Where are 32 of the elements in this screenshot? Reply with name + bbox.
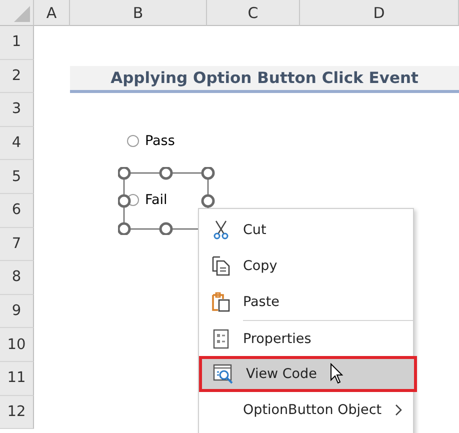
- properties-icon: [213, 328, 229, 348]
- row-header[interactable]: 11: [0, 362, 34, 396]
- row-header[interactable]: 8: [0, 261, 34, 295]
- row-header[interactable]: 1: [0, 26, 34, 60]
- scissors-icon: [213, 220, 229, 240]
- selection-frame[interactable]: [118, 167, 215, 235]
- row-header[interactable]: 7: [0, 228, 34, 262]
- menu-item[interactable]: OptionButton Object: [199, 392, 413, 428]
- row-header[interactable]: 2: [0, 60, 34, 94]
- menu-item[interactable]: Copy: [199, 248, 413, 284]
- row-header[interactable]: 6: [0, 194, 34, 228]
- row-header[interactable]: 3: [0, 93, 34, 127]
- menu-item[interactable]: View Code: [199, 356, 417, 392]
- code-window-icon: [213, 364, 235, 384]
- sheet-title: Applying Option Button Click Event: [110, 68, 418, 87]
- menu-item[interactable]: Paste: [199, 284, 413, 320]
- menu-item[interactable]: Cut: [199, 212, 413, 248]
- column-header[interactable]: B: [70, 0, 207, 26]
- column-header[interactable]: D: [300, 0, 459, 26]
- column-header[interactable]: A: [34, 0, 70, 26]
- clipboard-icon: [211, 292, 231, 312]
- row-header[interactable]: 4: [0, 126, 34, 160]
- row-header[interactable]: 10: [0, 328, 34, 362]
- row-header[interactable]: 9: [0, 294, 34, 328]
- row-header[interactable]: 12: [0, 396, 34, 430]
- option-label: Pass: [145, 133, 175, 149]
- radio-button[interactable]: [126, 134, 140, 148]
- row-header[interactable]: 5: [0, 160, 34, 194]
- column-header[interactable]: C: [207, 0, 300, 26]
- mouse-cursor-icon: [330, 363, 344, 385]
- copy-icon: [211, 256, 231, 276]
- option-label: Fail: [145, 192, 168, 208]
